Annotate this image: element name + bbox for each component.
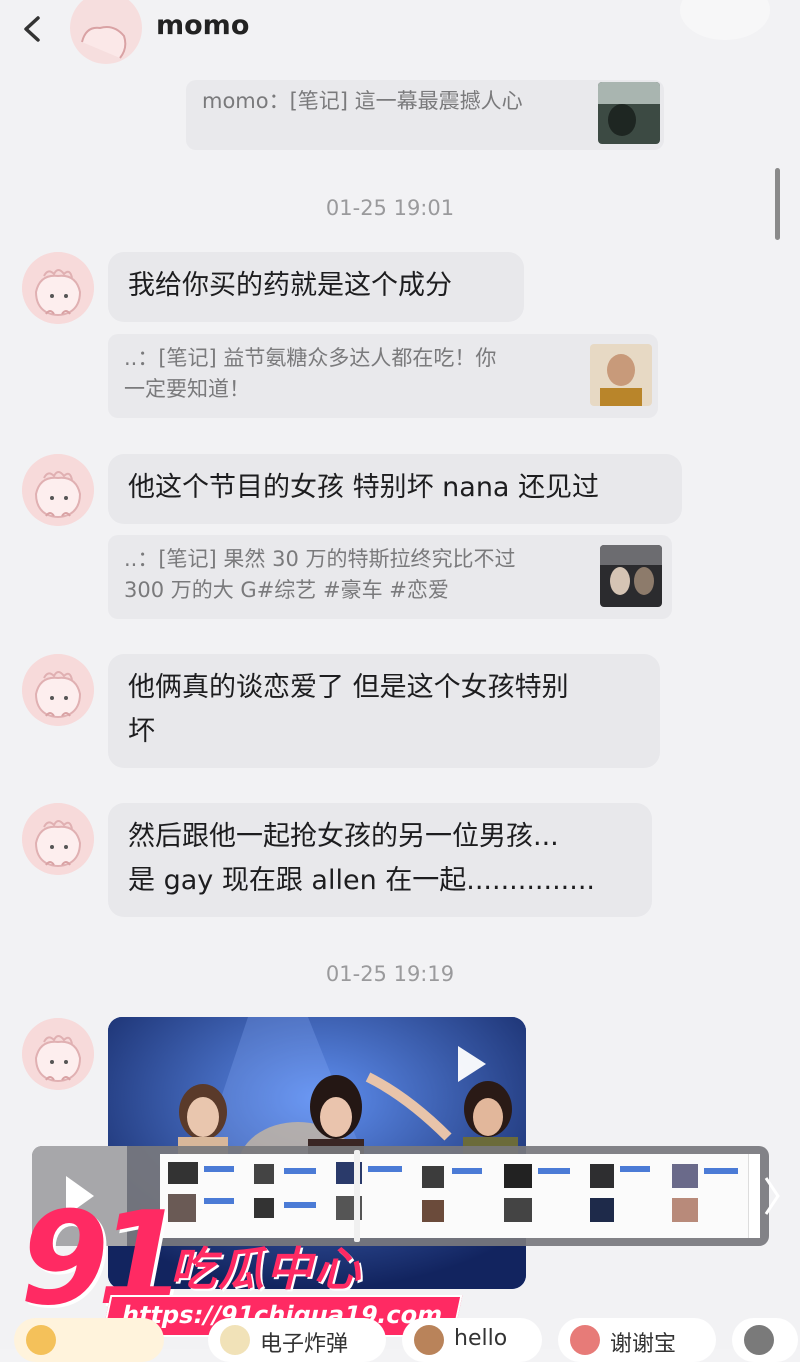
message-text: 然后跟他一起抢女孩的另一位男孩... 是 gay 现在跟 allen 在一起..… bbox=[128, 815, 595, 903]
avatar[interactable] bbox=[22, 454, 94, 526]
avatar[interactable] bbox=[22, 1018, 94, 1090]
avatar[interactable] bbox=[22, 654, 94, 726]
quick-reply-chip[interactable]: 谢谢宝 bbox=[558, 1318, 716, 1362]
quote-text: momo：[笔记] 這一幕最震撼人心 bbox=[202, 89, 523, 113]
quote-text: ..：[笔记] 益节氨糖众多达人都在吃！你 一定要知道！ bbox=[124, 343, 496, 405]
quote-line: ..：[笔记] 益节氨糖众多达人都在吃！你 bbox=[124, 346, 497, 370]
quick-reply-chip[interactable] bbox=[14, 1318, 164, 1362]
back-button[interactable] bbox=[18, 8, 48, 48]
sticker-icon bbox=[220, 1325, 250, 1355]
monkey-icon bbox=[414, 1325, 444, 1355]
message-text: 他俩真的谈恋爱了 但是这个女孩特别 坏 bbox=[128, 666, 569, 754]
frame-thumbnail bbox=[580, 1154, 665, 1238]
quick-reply-chip[interactable]: 电子炸弹 bbox=[208, 1318, 386, 1362]
play-icon[interactable] bbox=[450, 1040, 492, 1088]
quick-reply-label: 电子炸弹 bbox=[260, 1332, 349, 1357]
quote-card[interactable]: momo：[笔记] 這一幕最震撼人心 bbox=[186, 80, 664, 150]
chat-title: momo bbox=[156, 10, 250, 41]
message-text: 他这个节目的女孩 特别坏 nana 还见过 bbox=[128, 472, 600, 503]
note-thumbnail bbox=[600, 545, 662, 607]
message-text: 我给你买的药就是这个成分 bbox=[128, 270, 452, 301]
chevron-right-icon[interactable] bbox=[762, 1174, 782, 1227]
chat-screen: momo momo：[笔记] 這一幕最震撼人心 01-25 19:01 我给你买… bbox=[0, 0, 800, 1362]
avatar[interactable] bbox=[70, 0, 142, 64]
frame-thumbnail bbox=[664, 1154, 749, 1238]
message-line: 坏 bbox=[128, 716, 155, 747]
note-thumbnail bbox=[590, 344, 652, 406]
message-line: 然后跟他一起抢女孩的另一位男孩... bbox=[128, 821, 559, 852]
cat-icon bbox=[744, 1325, 774, 1355]
message-bubble[interactable]: 他这个节目的女孩 特别坏 nana 还见过 bbox=[108, 454, 682, 524]
message-line: 他俩真的谈恋爱了 但是这个女孩特别 bbox=[128, 672, 569, 703]
avatar[interactable] bbox=[22, 803, 94, 875]
timestamp: 01-25 19:19 bbox=[325, 962, 455, 986]
quick-reply-label: 谢谢宝 bbox=[610, 1332, 677, 1357]
message-bubble[interactable]: 我给你买的药就是这个成分 bbox=[108, 252, 524, 322]
quote-card[interactable]: ..：[笔记] 益节氨糖众多达人都在吃！你 一定要知道！ bbox=[108, 334, 658, 418]
quote-card[interactable]: ..：[笔记] 果然 30 万的特斯拉终究比不过 300 万的大 G#综艺 #豪… bbox=[108, 535, 672, 619]
quick-reply-label: hello bbox=[454, 1326, 508, 1351]
sunflower-icon bbox=[26, 1325, 56, 1355]
quick-reply-chip[interactable] bbox=[732, 1318, 798, 1362]
timestamp: 01-25 19:01 bbox=[325, 196, 455, 220]
quick-reply-bar: 电子炸弹 hello 谢谢宝 bbox=[0, 1312, 800, 1362]
chevron-left-icon bbox=[24, 16, 40, 42]
quote-line: 300 万的大 G#综艺 #豪车 #恋爱 bbox=[124, 578, 449, 602]
quote-text: ..：[笔记] 果然 30 万的特斯拉终究比不过 300 万的大 G#综艺 #豪… bbox=[124, 544, 515, 606]
flower-icon bbox=[570, 1325, 600, 1355]
message-bubble[interactable]: 然后跟他一起抢女孩的另一位男孩... 是 gay 现在跟 allen 在一起..… bbox=[108, 803, 652, 917]
message-bubble[interactable]: 他俩真的谈恋爱了 但是这个女孩特别 坏 bbox=[108, 654, 660, 768]
more-button[interactable] bbox=[680, 0, 770, 40]
quote-line: 一定要知道！ bbox=[124, 377, 250, 401]
quick-reply-chip[interactable]: hello bbox=[402, 1318, 542, 1362]
avatar[interactable] bbox=[22, 252, 94, 324]
note-thumbnail bbox=[598, 82, 660, 144]
frame-thumbnail bbox=[496, 1154, 581, 1238]
logo-name: 吃瓜中心 bbox=[170, 1242, 362, 1296]
quote-line: ..：[笔记] 果然 30 万的特斯拉终究比不过 bbox=[124, 547, 516, 571]
message-line: 是 gay 现在跟 allen 在一起............... bbox=[128, 865, 596, 896]
